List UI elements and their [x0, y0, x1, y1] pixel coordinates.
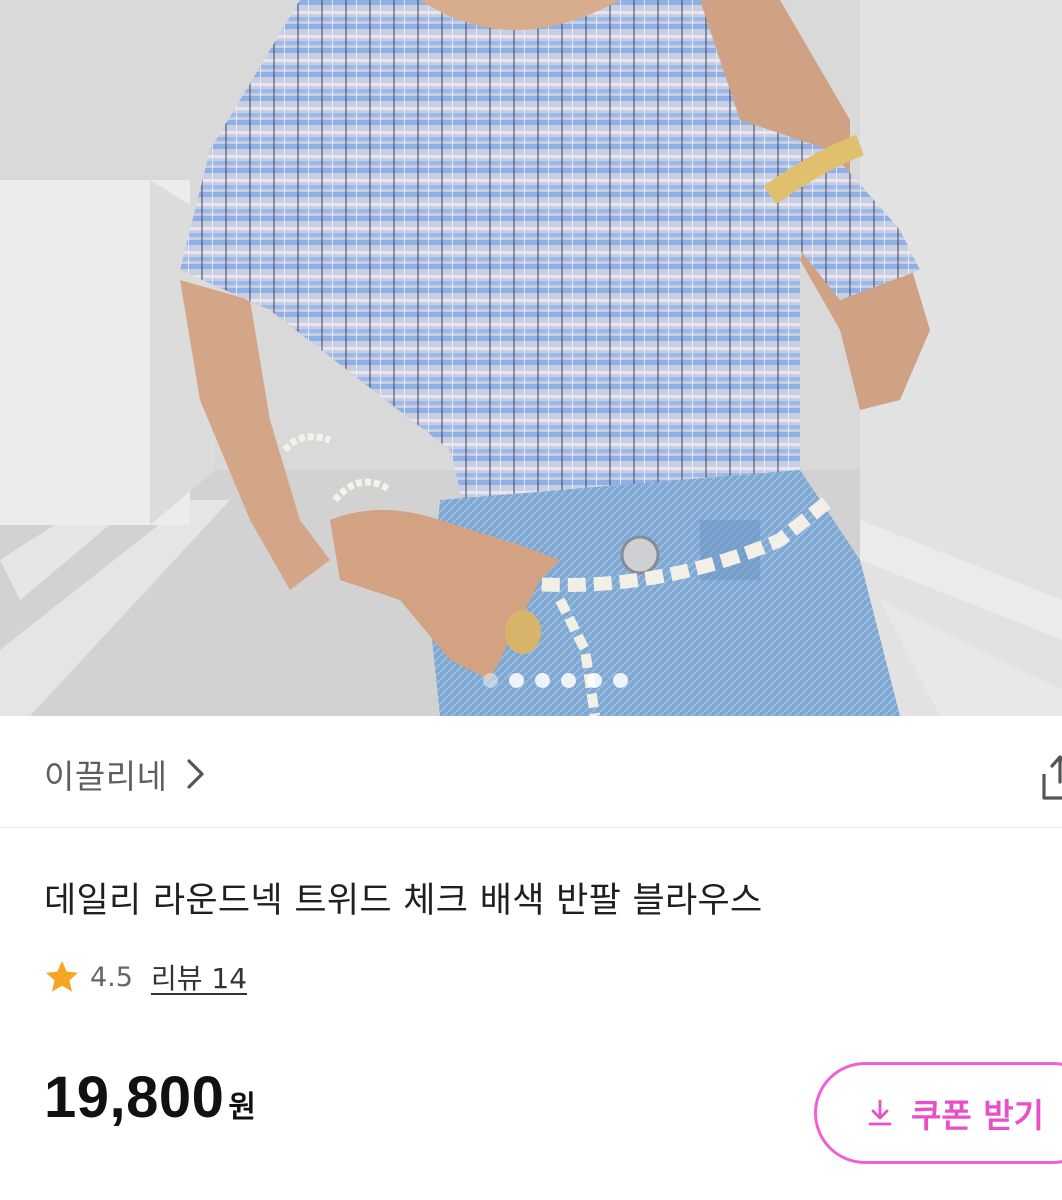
price: 19,800 원	[44, 1064, 256, 1131]
share-icon[interactable]	[1040, 752, 1062, 800]
gallery-dot[interactable]	[587, 673, 602, 688]
star-icon	[46, 961, 78, 992]
seller-link[interactable]: 이끌리네	[44, 752, 207, 796]
seller-row: 이끌리네	[0, 716, 1062, 828]
product-title: 데일리 라운드넥 트위드 체크 배색 반팔 블라우스	[44, 881, 763, 921]
rating-value: 4.5	[90, 961, 133, 993]
product-image[interactable]	[0, 0, 1062, 716]
gallery-dot[interactable]	[483, 673, 498, 688]
gallery-dot[interactable]	[613, 673, 628, 688]
gallery-pagination[interactable]	[0, 673, 1062, 691]
gallery-dot[interactable]	[509, 673, 524, 688]
review-count-link[interactable]: 리뷰 14	[151, 957, 247, 997]
product-photo	[0, 0, 1062, 716]
price-currency: 원	[228, 1090, 257, 1125]
price-value: 19,800	[44, 1065, 225, 1130]
coupon-button-label: 쿠폰 받기	[911, 1096, 1044, 1135]
coupon-download-button[interactable]: 쿠폰 받기	[814, 1062, 1062, 1164]
chevron-right-icon	[187, 759, 205, 789]
gallery-dot[interactable]	[535, 673, 550, 688]
seller-name: 이끌리네	[44, 757, 168, 796]
download-icon	[868, 1099, 892, 1126]
gallery-dot[interactable]	[561, 673, 576, 688]
rating-row: 4.5 리뷰 14	[44, 955, 247, 999]
